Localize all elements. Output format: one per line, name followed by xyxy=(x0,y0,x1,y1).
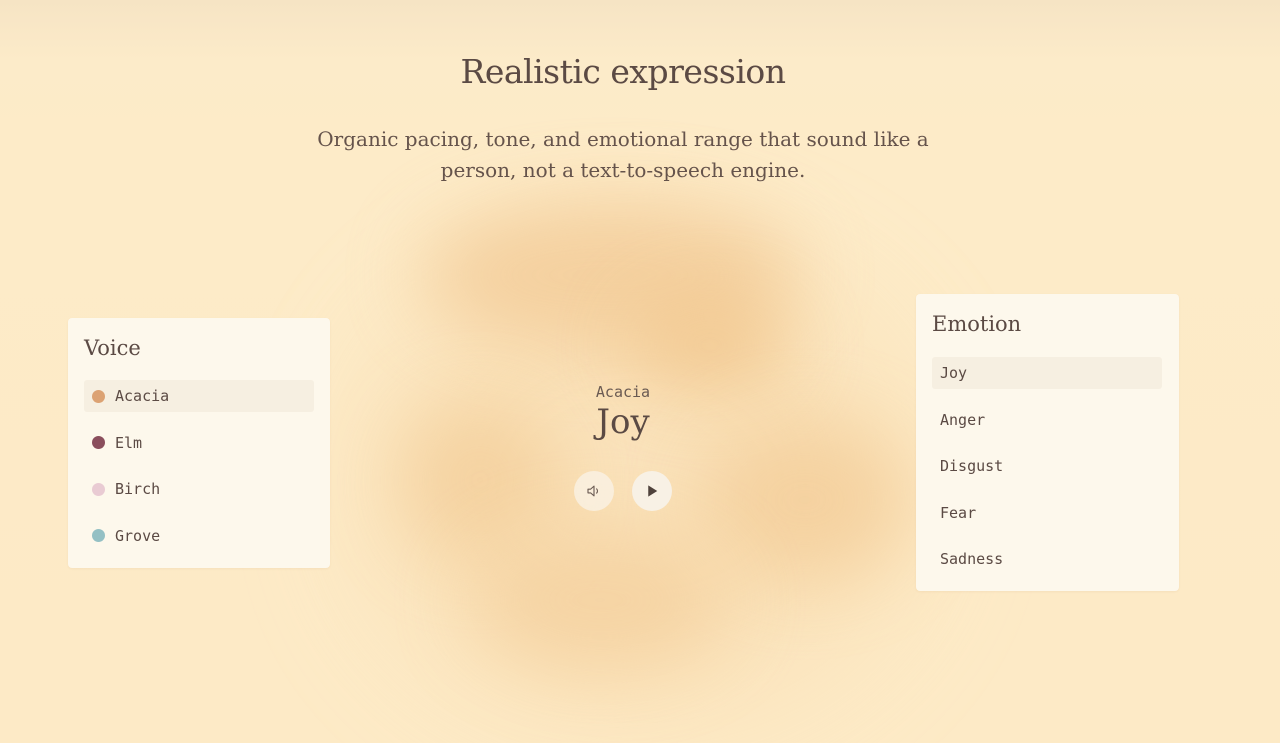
voice-item-elm[interactable]: Elm xyxy=(84,427,314,459)
emotion-panel: Emotion Joy Anger Disgust Fear Sadness xyxy=(916,294,1179,591)
voice-color-dot xyxy=(92,436,105,449)
voice-item-label: Birch xyxy=(115,480,161,498)
voice-color-dot xyxy=(92,389,105,403)
emotion-item-label: Sadness xyxy=(940,550,1004,568)
voice-color-dot xyxy=(92,529,105,542)
current-emotion-label: Joy xyxy=(596,402,650,442)
voice-item-birch[interactable]: Birch xyxy=(84,473,314,505)
play-button[interactable] xyxy=(632,471,672,511)
voice-list: Acacia Elm Birch Grove xyxy=(84,380,314,566)
emotion-item-label: Fear xyxy=(940,503,977,522)
emotion-item-label: Joy xyxy=(940,364,968,382)
emotion-item-sadness[interactable]: Sadness xyxy=(932,543,1162,575)
voice-item-label: Acacia xyxy=(115,387,170,405)
voice-panel: Voice Acacia Elm Birch Grove xyxy=(68,318,330,568)
background-blur xyxy=(700,420,910,580)
background-blur xyxy=(630,300,790,390)
emotion-item-disgust[interactable]: Disgust xyxy=(932,450,1162,482)
page-title: Realistic expression xyxy=(460,52,787,91)
voice-color-dot xyxy=(92,482,105,496)
voice-panel-title: Voice xyxy=(84,336,141,360)
player-controls xyxy=(574,471,672,511)
volume-icon xyxy=(587,485,599,497)
emotion-item-label: Anger xyxy=(940,410,986,429)
emotion-item-label: Disgust xyxy=(940,457,1004,475)
emotion-list: Joy Anger Disgust Fear Sadness xyxy=(932,357,1162,590)
voice-item-acacia[interactable]: Acacia xyxy=(84,380,314,412)
voice-item-label: Grove xyxy=(115,526,161,545)
emotion-panel-title: Emotion xyxy=(932,312,1022,336)
volume-button[interactable] xyxy=(574,471,614,511)
page-subtitle: Organic pacing, tone, and emotional rang… xyxy=(317,127,929,182)
background-blur xyxy=(470,530,730,670)
voice-item-label: Elm xyxy=(115,433,143,452)
current-voice-label: Acacia xyxy=(595,383,651,401)
now-playing: Acacia Joy xyxy=(523,380,723,442)
emotion-item-anger[interactable]: Anger xyxy=(932,404,1162,436)
voice-item-grove[interactable]: Grove xyxy=(84,520,314,552)
emotion-item-joy[interactable]: Joy xyxy=(932,357,1162,389)
emotion-item-fear[interactable]: Fear xyxy=(932,497,1162,529)
play-icon xyxy=(648,485,658,497)
